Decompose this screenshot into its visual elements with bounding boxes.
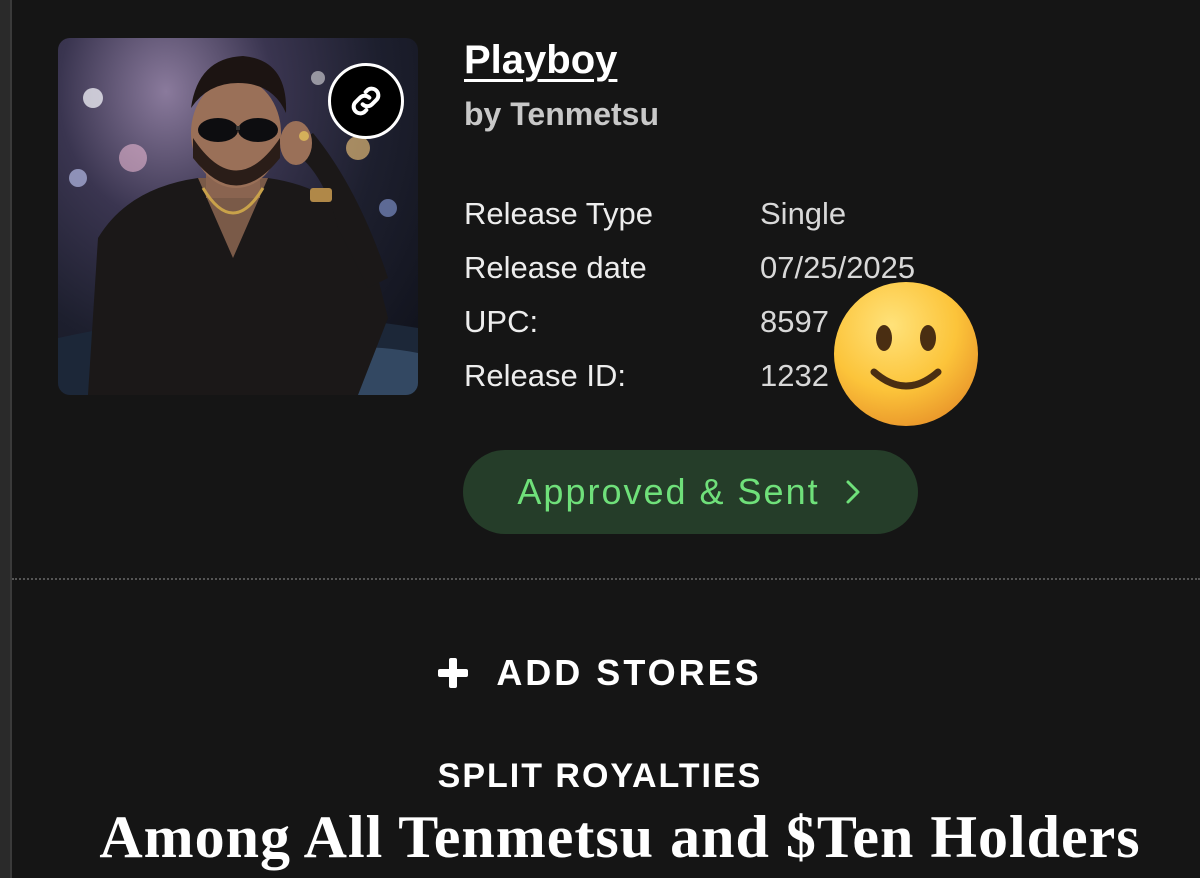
- section-divider: [12, 578, 1200, 580]
- link-icon[interactable]: [328, 63, 404, 139]
- detail-value: 1232: [760, 358, 829, 393]
- release-title[interactable]: Playboy: [464, 38, 617, 83]
- overlay-caption: Among All Tenmetsu and $Ten Holders: [99, 804, 1141, 870]
- split-royalties-button[interactable]: SPLIT ROYALTIES: [0, 757, 1200, 796]
- detail-value: Single: [760, 196, 847, 231]
- detail-label: Release Type: [464, 196, 653, 231]
- slightly-smiling-face-emoji: [834, 282, 978, 426]
- detail-label: Release ID:: [464, 358, 626, 393]
- release-artist: by Tenmetsu: [464, 96, 659, 132]
- chevron-right-icon: [842, 476, 864, 508]
- status-label: Approved & Sent: [517, 471, 820, 512]
- add-stores-label: ADD STORES: [496, 652, 762, 693]
- add-stores-button[interactable]: ADD STORES: [0, 652, 1200, 694]
- status-button[interactable]: Approved & Sent: [463, 450, 918, 534]
- left-border: [0, 0, 12, 878]
- plus-icon: [438, 658, 469, 688]
- detail-label: UPC:: [464, 304, 539, 339]
- detail-label: Release date: [464, 250, 647, 285]
